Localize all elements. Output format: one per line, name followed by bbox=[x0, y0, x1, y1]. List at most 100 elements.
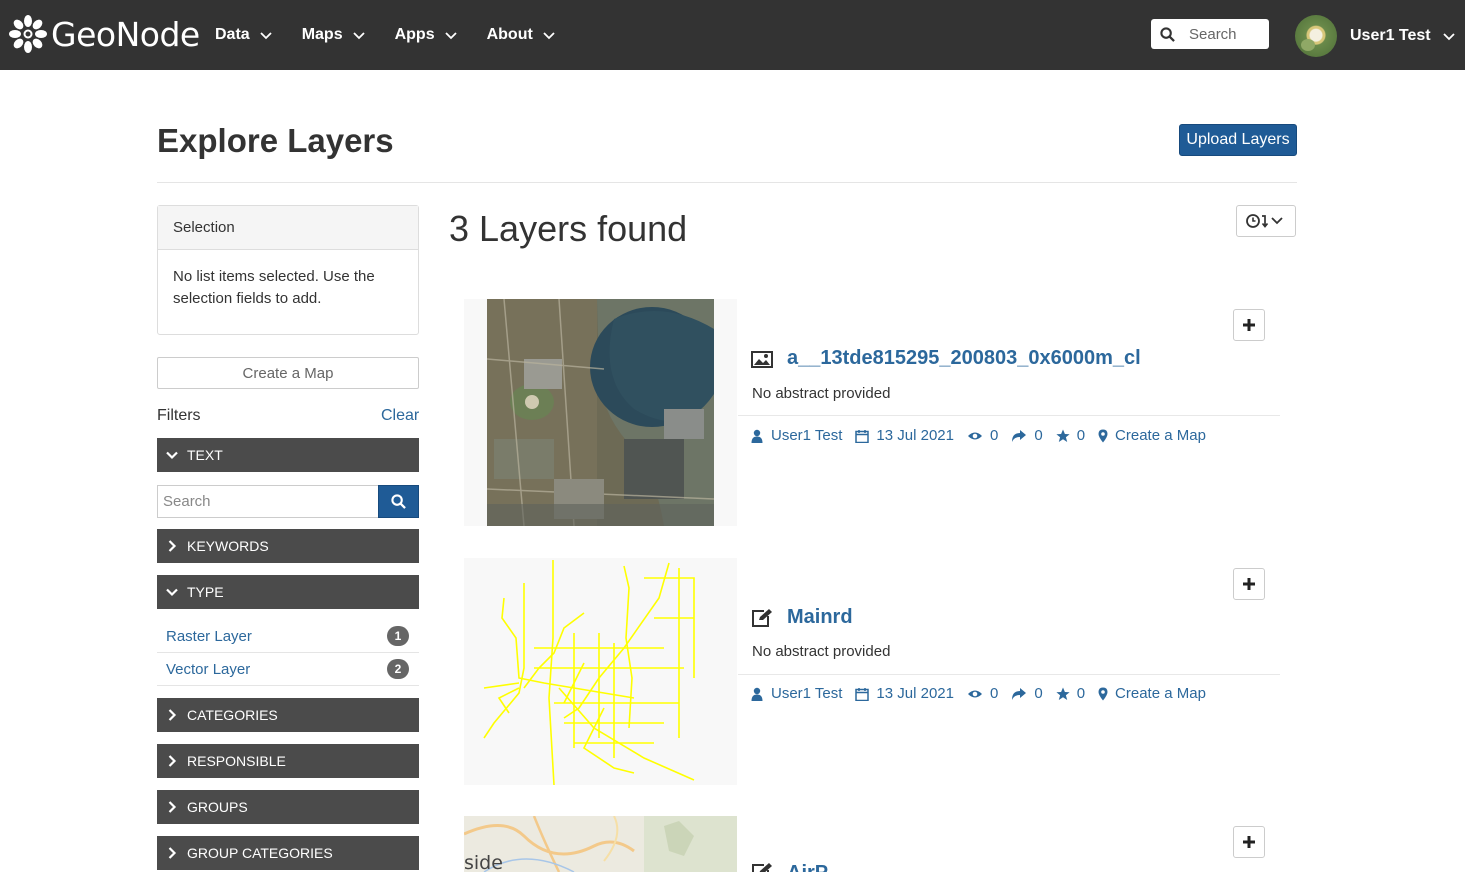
layer-meta: User1 Test 13 Jul 2021 0 0 0 Create a Ma… bbox=[750, 685, 1219, 702]
user-icon bbox=[751, 687, 763, 701]
roads-map-thumbnail bbox=[464, 558, 737, 785]
facet-groups[interactable]: GROUPS bbox=[157, 790, 419, 824]
text-search bbox=[157, 485, 419, 518]
owner-link[interactable]: User1 Test bbox=[750, 427, 842, 444]
edit-icon bbox=[752, 608, 772, 627]
chevron-down-icon bbox=[352, 32, 365, 40]
page-title: Explore Layers bbox=[157, 122, 394, 159]
shares-count: 0 bbox=[1034, 427, 1043, 444]
menu-maps-label: Maps bbox=[301, 26, 343, 43]
layer-title: a__13tde815295_200803_0x6000m_cl bbox=[787, 347, 1141, 369]
share-icon bbox=[1012, 429, 1027, 442]
sort-button[interactable] bbox=[1236, 205, 1296, 237]
plus-icon bbox=[1243, 836, 1255, 848]
layer-title-link[interactable]: AirP bbox=[751, 862, 828, 872]
create-map-label: Create a Map bbox=[1115, 685, 1206, 702]
type-option-label[interactable]: Raster Layer bbox=[166, 628, 252, 645]
owner-link[interactable]: User1 Test bbox=[750, 685, 842, 702]
text-search-input[interactable] bbox=[157, 485, 378, 518]
date-value: 13 Jul 2021 bbox=[876, 427, 954, 444]
menu-apps[interactable]: Apps bbox=[395, 26, 457, 44]
map-label: side bbox=[464, 852, 503, 872]
owner-name: User1 Test bbox=[771, 427, 843, 444]
facet-text[interactable]: TEXT bbox=[157, 438, 419, 472]
divider bbox=[738, 415, 1280, 416]
type-option-vector[interactable]: Vector Layer 2 bbox=[157, 653, 419, 686]
layer-thumbnail[interactable]: side bbox=[464, 816, 737, 872]
main-menu: Data Maps Apps About bbox=[215, 0, 585, 70]
aerial-image-thumbnail bbox=[464, 299, 737, 526]
global-search bbox=[1151, 19, 1269, 49]
chevron-right-icon bbox=[168, 540, 177, 552]
shares-count: 0 bbox=[1034, 685, 1043, 702]
search-icon bbox=[391, 494, 406, 509]
facet-groups-label: GROUPS bbox=[187, 799, 248, 815]
type-option-label[interactable]: Vector Layer bbox=[166, 661, 250, 678]
layer-thumbnail[interactable] bbox=[464, 558, 737, 785]
eye-icon bbox=[968, 432, 982, 439]
selection-panel-title: Selection bbox=[158, 206, 418, 250]
layer-thumbnail[interactable] bbox=[464, 299, 737, 526]
menu-apps-label: Apps bbox=[394, 26, 435, 43]
eye-icon bbox=[968, 690, 982, 697]
facet-keywords-label: KEYWORDS bbox=[187, 538, 269, 554]
shares-item: 0 bbox=[1011, 427, 1043, 444]
map-marker-icon bbox=[1098, 429, 1108, 442]
facet-keywords[interactable]: KEYWORDS bbox=[157, 529, 419, 563]
calendar-icon bbox=[855, 429, 870, 443]
facet-group-categories[interactable]: GROUP CATEGORIES bbox=[157, 836, 419, 870]
upload-layers-button[interactable]: Upload Layers bbox=[1179, 124, 1297, 156]
results-count-title: 3 Layers found bbox=[449, 208, 688, 249]
facet-responsible[interactable]: RESPONSIBLE bbox=[157, 744, 419, 778]
chevron-right-icon bbox=[168, 847, 177, 859]
menu-about-label: About bbox=[486, 26, 533, 43]
menu-data[interactable]: Data bbox=[215, 26, 272, 44]
sort-clock-icon bbox=[1246, 214, 1283, 228]
chevron-down-icon bbox=[543, 32, 555, 40]
layer-meta: User1 Test 13 Jul 2021 0 0 0 Create a Ma… bbox=[750, 427, 1219, 444]
views-item: 0 bbox=[967, 685, 998, 702]
add-to-selection-button[interactable] bbox=[1233, 568, 1265, 600]
brand-name: GeoNode bbox=[51, 14, 200, 54]
menu-about[interactable]: About bbox=[487, 26, 555, 44]
chevron-down-icon bbox=[260, 32, 272, 40]
facet-categories[interactable]: CATEGORIES bbox=[157, 698, 419, 732]
type-option-raster[interactable]: Raster Layer 1 bbox=[157, 620, 419, 653]
geonode-logo[interactable]: GeoNode bbox=[8, 10, 200, 58]
filters-label: Filters bbox=[157, 407, 201, 424]
menu-maps[interactable]: Maps bbox=[302, 26, 365, 44]
edit-icon bbox=[752, 863, 772, 872]
divider bbox=[738, 674, 1280, 675]
clear-filters-link[interactable]: Clear bbox=[381, 407, 419, 425]
create-map-link[interactable]: Create a Map bbox=[1098, 685, 1206, 702]
user-name: User1 Test bbox=[1350, 27, 1431, 44]
chevron-down-icon bbox=[444, 32, 457, 40]
create-map-link[interactable]: Create a Map bbox=[1098, 427, 1206, 444]
selection-panel: Selection No list items selected. Use th… bbox=[157, 205, 419, 335]
calendar-icon bbox=[855, 687, 870, 701]
views-count: 0 bbox=[990, 685, 999, 702]
rating-count: 0 bbox=[1076, 427, 1086, 444]
global-search-input[interactable] bbox=[1189, 25, 1269, 43]
count-badge: 1 bbox=[387, 626, 409, 646]
user-icon bbox=[751, 429, 763, 443]
owner-name: User1 Test bbox=[771, 685, 843, 702]
share-icon bbox=[1012, 687, 1027, 700]
facet-categories-label: CATEGORIES bbox=[187, 707, 278, 723]
chevron-right-icon bbox=[168, 709, 177, 721]
layer-title: Mainrd bbox=[787, 606, 853, 628]
create-map-button[interactable]: Create a Map bbox=[157, 357, 419, 389]
text-search-button[interactable] bbox=[378, 485, 419, 518]
shares-item: 0 bbox=[1011, 685, 1043, 702]
facet-text-label: TEXT bbox=[187, 447, 223, 463]
add-to-selection-button[interactable] bbox=[1233, 309, 1265, 341]
layer-title-link[interactable]: Mainrd bbox=[751, 606, 853, 629]
add-to-selection-button[interactable] bbox=[1233, 826, 1265, 858]
layer-title-link[interactable]: a__13tde815295_200803_0x6000m_cl bbox=[751, 347, 1141, 370]
top-navbar: GeoNode Data Maps Apps About User1 Test bbox=[0, 0, 1465, 70]
plus-icon bbox=[1243, 319, 1255, 331]
rating-count: 0 bbox=[1076, 685, 1086, 702]
facet-type[interactable]: TYPE bbox=[157, 575, 419, 609]
user-menu[interactable]: User1 Test bbox=[1295, 15, 1455, 57]
map-marker-icon bbox=[1098, 687, 1108, 700]
